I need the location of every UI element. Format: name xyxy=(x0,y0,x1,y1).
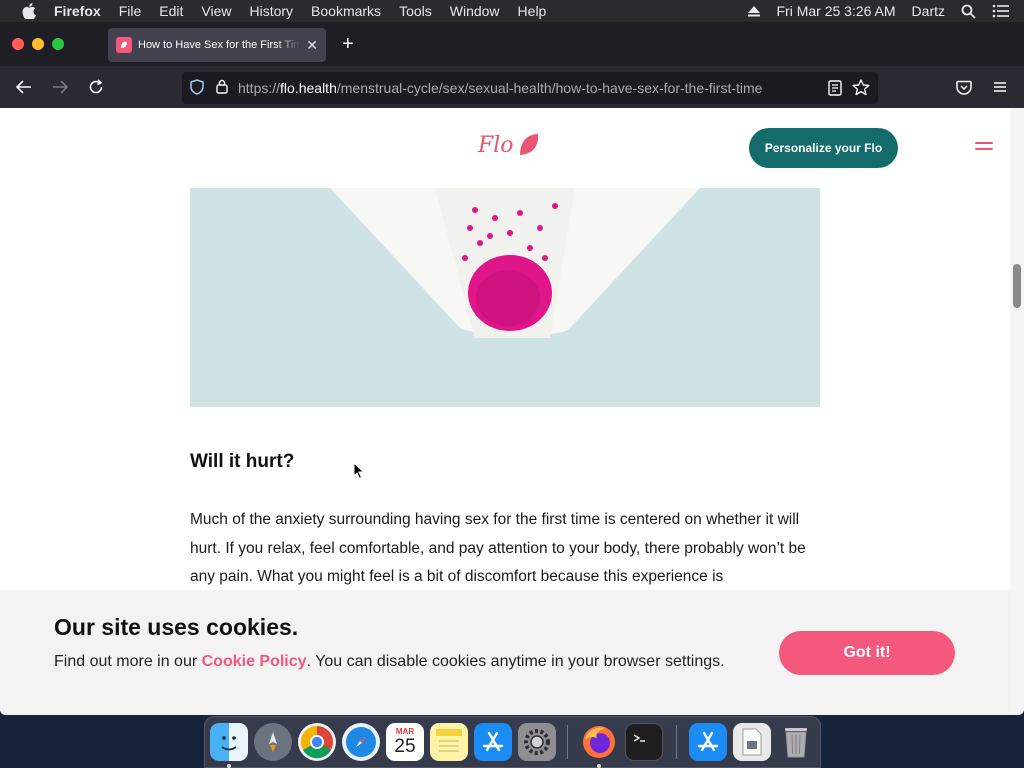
flo-logo[interactable]: Flo xyxy=(478,132,541,158)
safari-icon[interactable] xyxy=(342,723,380,761)
cookie-desc-after: . You can disable cookies anytime in you… xyxy=(306,653,725,670)
window-controls xyxy=(12,38,64,50)
dock-separator xyxy=(567,725,568,759)
minimize-window-button[interactable] xyxy=(32,38,44,50)
page-scrollbar[interactable] xyxy=(1010,108,1024,715)
eject-icon[interactable] xyxy=(747,5,761,17)
site-header: Flo Personalize your Flo xyxy=(0,108,1010,188)
firefox-icon[interactable] xyxy=(580,723,618,761)
finder-icon[interactable] xyxy=(210,723,248,761)
cookie-policy-link[interactable]: Cookie Policy xyxy=(202,653,307,670)
preview-document-icon[interactable] xyxy=(733,723,771,761)
launchpad-icon[interactable] xyxy=(254,723,292,761)
underwear-sequins-illustration xyxy=(190,188,820,407)
section-heading: Will it hurt? xyxy=(190,451,295,472)
url-host: flo.health xyxy=(280,80,337,96)
zoom-window-button[interactable] xyxy=(52,38,64,50)
dock: MAR 25 xyxy=(204,716,821,768)
finder-running-indicator xyxy=(227,764,231,768)
pocket-icon[interactable] xyxy=(954,77,974,97)
menu-firefox[interactable]: Firefox xyxy=(54,3,101,19)
dock-separator-2 xyxy=(676,725,677,759)
menu-file[interactable]: File xyxy=(119,3,142,19)
app-menu-icon[interactable] xyxy=(990,77,1010,97)
cookie-banner-description: Find out more in our Cookie Policy. You … xyxy=(54,651,744,673)
address-bar[interactable]: https://flo.health/menstrual-cycle/sex/s… xyxy=(182,72,878,104)
personalize-button[interactable]: Personalize your Flo xyxy=(749,128,898,168)
system-preferences-icon[interactable] xyxy=(518,723,556,761)
spotlight-search-icon[interactable] xyxy=(961,4,976,19)
logo-text: Flo xyxy=(478,132,514,158)
trash-icon[interactable] xyxy=(777,723,815,761)
site-menu-icon[interactable] xyxy=(975,142,993,154)
menu-bar: Firefox File Edit View History Bookmarks… xyxy=(0,0,1024,22)
calendar-icon[interactable]: MAR 25 xyxy=(386,723,424,761)
cookie-banner: Our site uses cookies. Find out more in … xyxy=(0,590,1010,715)
forward-button[interactable] xyxy=(50,77,70,97)
tracking-protection-shield-icon[interactable] xyxy=(190,78,204,98)
cookie-desc-before: Find out more in our xyxy=(54,653,202,670)
tab-close-icon[interactable]: ✕ xyxy=(306,37,318,54)
browser-window: How to Have Sex for the First Time ✕ + h… xyxy=(0,22,1024,715)
menu-view[interactable]: View xyxy=(201,3,231,19)
menubar-user[interactable]: Dartz xyxy=(912,3,945,19)
calendar-day: 25 xyxy=(394,736,416,757)
tab-title: How to Have Sex for the First Time xyxy=(138,39,301,51)
tab-active[interactable]: How to Have Sex for the First Time ✕ xyxy=(108,28,326,62)
bookmark-star-icon[interactable] xyxy=(852,79,870,99)
cookie-banner-title: Our site uses cookies. xyxy=(54,614,299,640)
flo-favicon-icon xyxy=(116,37,132,53)
url-path: /menstrual-cycle/sex/sexual-health/how-t… xyxy=(336,80,763,96)
app-store-download-icon[interactable] xyxy=(689,723,727,761)
apple-icon[interactable] xyxy=(20,2,38,20)
article-hero-image xyxy=(190,188,820,407)
close-window-button[interactable] xyxy=(12,38,24,50)
back-button[interactable] xyxy=(14,77,34,97)
menu-window[interactable]: Window xyxy=(450,3,500,19)
app-store-icon[interactable] xyxy=(474,723,512,761)
url-scheme: https:// xyxy=(238,80,281,96)
reload-button[interactable] xyxy=(86,77,106,97)
navigation-toolbar: https://flo.health/menstrual-cycle/sex/s… xyxy=(0,66,1024,108)
flo-leaf-icon xyxy=(519,134,538,155)
firefox-running-indicator xyxy=(597,764,601,768)
menubar-clock[interactable]: Fri Mar 25 3:26 AM xyxy=(777,3,896,19)
menu-edit[interactable]: Edit xyxy=(159,3,183,19)
cookie-accept-button[interactable]: Got it! xyxy=(779,631,955,675)
reader-view-icon[interactable] xyxy=(828,80,842,99)
web-page: Flo Personalize your Flo Will it hurt? M… xyxy=(0,108,1010,715)
menu-history[interactable]: History xyxy=(249,3,293,19)
new-tab-button[interactable]: + xyxy=(342,34,354,54)
notes-icon[interactable] xyxy=(430,723,468,761)
control-center-icon[interactable] xyxy=(992,4,1010,18)
url-text[interactable]: https://flo.health/menstrual-cycle/sex/s… xyxy=(238,80,762,96)
article-paragraph: Much of the anxiety surrounding having s… xyxy=(190,511,806,585)
chrome-icon[interactable] xyxy=(298,723,336,761)
menu-tools[interactable]: Tools xyxy=(399,3,432,19)
lock-icon[interactable] xyxy=(216,79,228,97)
mouse-cursor-icon xyxy=(353,462,365,480)
menu-bookmarks[interactable]: Bookmarks xyxy=(311,3,381,19)
menu-help[interactable]: Help xyxy=(518,3,547,19)
page-scrollbar-thumb[interactable] xyxy=(1013,264,1021,308)
tab-bar: How to Have Sex for the First Time ✕ + xyxy=(0,22,1024,66)
terminal-icon[interactable] xyxy=(625,723,663,761)
